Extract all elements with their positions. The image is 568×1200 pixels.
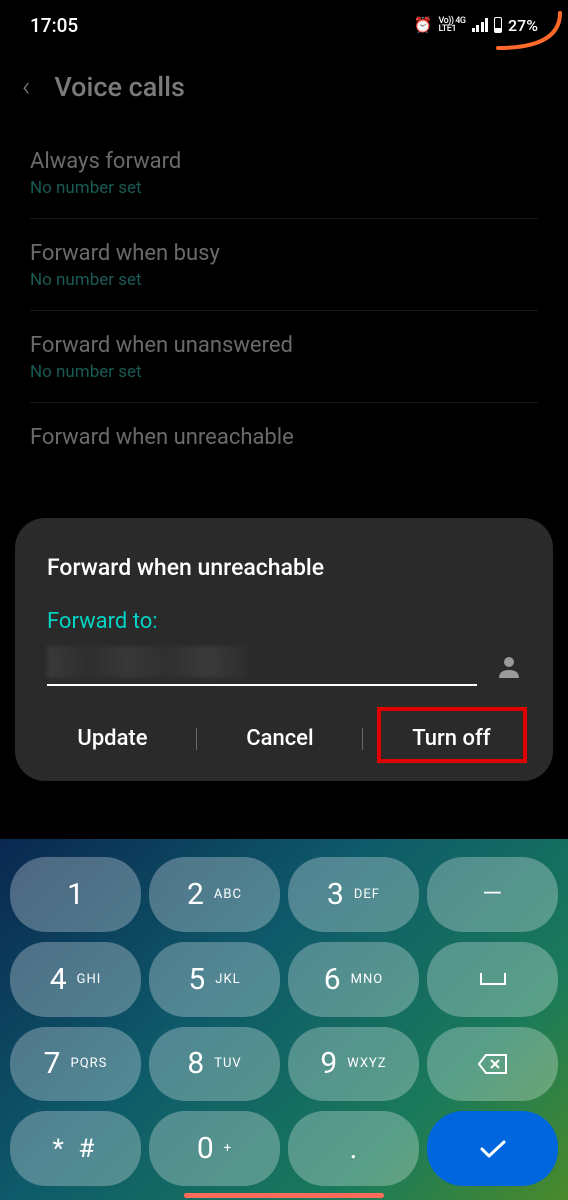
dialog-title: Forward when unreachable — [47, 554, 521, 581]
turn-off-button[interactable]: Turn off — [400, 718, 502, 759]
status-time: 17:05 — [30, 14, 78, 37]
setting-subtitle: No number set — [30, 178, 538, 198]
gesture-bar[interactable] — [184, 1193, 384, 1198]
setting-always-forward[interactable]: Always forward No number set — [30, 127, 538, 219]
contact-picker-icon[interactable] — [497, 654, 521, 678]
setting-title: Forward when unanswered — [30, 333, 538, 358]
setting-subtitle: No number set — [30, 362, 538, 382]
backspace-icon — [478, 1053, 508, 1075]
forward-dialog: Forward when unreachable Forward to: Upd… — [15, 518, 553, 781]
alarm-icon: ⏰ — [414, 16, 433, 34]
setting-forward-busy[interactable]: Forward when busy No number set — [30, 219, 538, 311]
key-1[interactable]: 1 — [10, 857, 141, 932]
keypad-row: 4GHI 5JKL 6MNO — [10, 942, 558, 1017]
key-enter[interactable] — [427, 1111, 558, 1186]
dialog-label: Forward to: — [47, 609, 521, 634]
key-dot[interactable]: . — [288, 1111, 419, 1186]
setting-subtitle: No number set — [30, 270, 538, 290]
page-header: ‹ Voice calls — [0, 50, 568, 127]
update-button[interactable]: Update — [65, 718, 159, 759]
corner-decoration — [488, 8, 568, 53]
dialog-button-row: Update Cancel Turn off — [47, 718, 521, 759]
cancel-button[interactable]: Cancel — [234, 718, 325, 759]
setting-title: Always forward — [30, 149, 538, 174]
space-icon — [480, 973, 506, 985]
key-5[interactable]: 5JKL — [149, 942, 280, 1017]
network-indicator: Vo)) 4G LTE1 — [439, 17, 466, 33]
numeric-keypad: 1 2ABC 3DEF – 4GHI 5JKL 6MNO 7PQRS 8TUV … — [0, 839, 568, 1200]
key-6[interactable]: 6MNO — [288, 942, 419, 1017]
key-3[interactable]: 3DEF — [288, 857, 419, 932]
setting-forward-unreachable[interactable]: Forward when unreachable — [30, 403, 538, 474]
page-title: Voice calls — [54, 71, 185, 103]
key-minus[interactable]: – — [427, 857, 558, 932]
key-7[interactable]: 7PQRS — [10, 1027, 141, 1102]
status-bar: 17:05 ⏰ Vo)) 4G LTE1 27% — [0, 0, 568, 50]
key-0[interactable]: 0+ — [149, 1111, 280, 1186]
back-icon[interactable]: ‹ — [22, 70, 30, 103]
setting-title: Forward when unreachable — [30, 425, 538, 450]
key-8[interactable]: 8TUV — [149, 1027, 280, 1102]
checkmark-icon — [479, 1139, 507, 1159]
keypad-row: * # 0+ . — [10, 1111, 558, 1186]
key-9[interactable]: 9WXYZ — [288, 1027, 419, 1102]
signal-icon — [472, 18, 489, 32]
key-2[interactable]: 2ABC — [149, 857, 280, 932]
keypad-row: 1 2ABC 3DEF – — [10, 857, 558, 932]
divider — [196, 728, 197, 750]
setting-title: Forward when busy — [30, 241, 538, 266]
key-4[interactable]: 4GHI — [10, 942, 141, 1017]
setting-forward-unanswered[interactable]: Forward when unanswered No number set — [30, 311, 538, 403]
phone-number-input[interactable] — [47, 646, 477, 686]
keypad-row: 7PQRS 8TUV 9WXYZ — [10, 1027, 558, 1102]
redacted-value — [47, 646, 247, 678]
key-backspace[interactable] — [427, 1027, 558, 1102]
key-space[interactable] — [427, 942, 558, 1017]
key-symbols[interactable]: * # — [10, 1111, 141, 1186]
divider — [362, 728, 363, 750]
settings-list: Always forward No number set Forward whe… — [0, 127, 568, 474]
